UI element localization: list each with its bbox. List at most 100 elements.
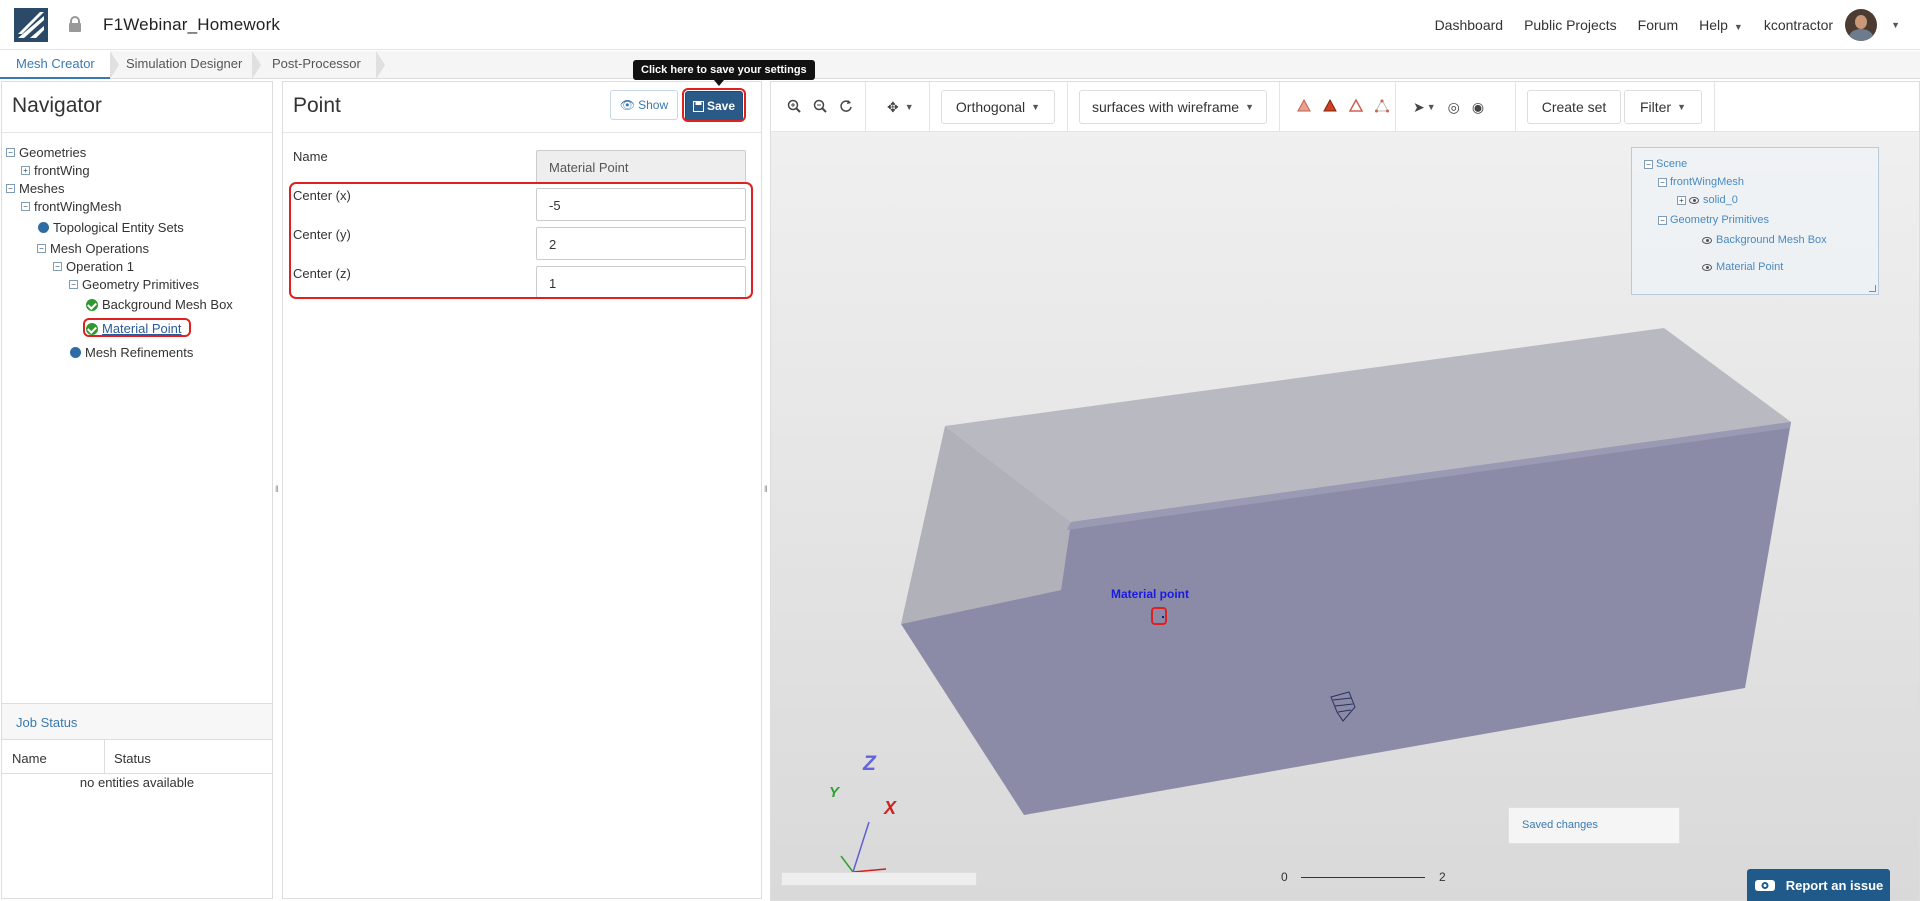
- user-menu-chevron-icon[interactable]: ▼: [1891, 20, 1900, 30]
- select-edge-icon[interactable]: [1348, 97, 1364, 116]
- camera-icon: [1754, 880, 1775, 891]
- status-dot-icon: [38, 222, 49, 233]
- tree-label: Mesh Operations: [50, 241, 149, 256]
- scene-item-material-point[interactable]: Material Point: [1702, 261, 1783, 273]
- nav-public-projects[interactable]: Public Projects: [1524, 17, 1617, 33]
- chevron-down-icon: ▼: [1031, 102, 1041, 112]
- tree-item-geometry-primitives[interactable]: − Geometry Primitives: [69, 277, 199, 292]
- hide-icon[interactable]: ◎: [1448, 99, 1460, 116]
- eye-icon[interactable]: [1702, 236, 1712, 244]
- job-status-table-header: Name Status: [2, 740, 272, 774]
- tree-label: Operation 1: [66, 259, 134, 274]
- selection-highlight: [83, 318, 191, 337]
- tree-item-topological-entity-sets[interactable]: Topological Entity Sets: [38, 220, 184, 235]
- collapse-icon[interactable]: −: [21, 202, 30, 211]
- report-issue-button[interactable]: Report an issue: [1747, 869, 1890, 901]
- tree-label: frontWingMesh: [34, 199, 122, 214]
- tree-label: Meshes: [19, 181, 65, 196]
- scene-root[interactable]: − Scene: [1644, 158, 1687, 170]
- column-name[interactable]: Name: [12, 751, 47, 766]
- tree-item-geometries[interactable]: − Geometries: [6, 145, 86, 160]
- job-empty-message: no entities available: [79, 775, 195, 790]
- eye-icon: 👁: [619, 98, 636, 112]
- select-node-icon[interactable]: [1375, 98, 1389, 116]
- cursor-icon[interactable]: ➤: [1413, 99, 1425, 116]
- collapse-icon[interactable]: −: [6, 148, 15, 157]
- scene-item-frontwingmesh[interactable]: − frontWingMesh: [1658, 176, 1744, 188]
- nav-help[interactable]: Help ▼: [1699, 17, 1743, 33]
- name-field[interactable]: Material Point: [536, 150, 746, 183]
- tree-item-mesh-operations[interactable]: − Mesh Operations: [37, 241, 149, 256]
- axis-x-label: X: [884, 798, 897, 818]
- scene-item-geometry-primitives[interactable]: − Geometry Primitives: [1658, 214, 1769, 226]
- avatar[interactable]: [1845, 9, 1878, 41]
- tab-separator: [376, 51, 385, 79]
- tab-mesh-creator[interactable]: Mesh Creator: [0, 51, 110, 79]
- tree-item-frontwing[interactable]: + frontWing: [21, 163, 90, 178]
- 3d-viewer[interactable]: ✥ ▼ Orthogonal ▼ surfaces with wireframe ▼ …: [770, 81, 1920, 901]
- zoom-in-icon[interactable]: [787, 99, 801, 116]
- collapse-icon[interactable]: −: [1644, 159, 1653, 169]
- collapse-icon[interactable]: −: [69, 280, 78, 289]
- scale-min-label: 0: [1281, 870, 1288, 884]
- expand-icon[interactable]: +: [1677, 195, 1686, 205]
- eye-icon[interactable]: [1689, 196, 1699, 204]
- pan-tool[interactable]: ✥ ▼: [881, 90, 914, 124]
- show-all-icon[interactable]: ◉: [1472, 99, 1484, 116]
- collapse-icon[interactable]: −: [53, 262, 62, 271]
- tree-label: Topological Entity Sets: [53, 220, 184, 235]
- tree-item-background-mesh-box[interactable]: Background Mesh Box: [86, 297, 233, 312]
- nav-forum[interactable]: Forum: [1638, 17, 1678, 33]
- visibility-tools: ➤ ▼ ◎ ◉: [1407, 90, 1490, 124]
- select-face-icon[interactable]: [1323, 98, 1337, 116]
- scene-item-solid-0[interactable]: + solid_0: [1677, 194, 1738, 206]
- collapse-icon[interactable]: −: [1658, 177, 1667, 187]
- tree-item-mesh-refinements[interactable]: Mesh Refinements: [70, 345, 193, 360]
- tree-item-operation-1[interactable]: − Operation 1: [53, 259, 134, 274]
- eye-icon[interactable]: [1702, 263, 1712, 271]
- reset-view-icon[interactable]: [839, 99, 853, 116]
- expand-icon[interactable]: +: [21, 166, 30, 175]
- create-set-button[interactable]: Create set: [1527, 90, 1621, 124]
- render-mode-dropdown[interactable]: surfaces with wireframe ▼: [1079, 90, 1267, 124]
- scene-item-background-mesh-box[interactable]: Background Mesh Box: [1702, 234, 1827, 246]
- tree-item-meshes[interactable]: − Meshes: [6, 181, 65, 196]
- collapse-icon[interactable]: −: [37, 244, 46, 253]
- selection-mode-tools: [1291, 90, 1395, 124]
- collapse-icon[interactable]: −: [1658, 215, 1667, 225]
- job-status-title[interactable]: Job Status: [2, 704, 272, 740]
- collapse-icon[interactable]: −: [6, 184, 15, 193]
- chevron-down-icon: ▼: [1733, 22, 1743, 32]
- username[interactable]: kcontractor: [1764, 17, 1833, 33]
- simscale-logo[interactable]: [14, 8, 48, 42]
- zoom-out-icon[interactable]: [813, 99, 827, 116]
- projection-dropdown[interactable]: Orthogonal ▼: [941, 90, 1055, 124]
- panel-resize-handle[interactable]: ‖: [275, 484, 279, 494]
- scene-label: Background Mesh Box: [1716, 234, 1827, 246]
- nav-dashboard[interactable]: Dashboard: [1435, 17, 1504, 33]
- tab-post-processor[interactable]: Post-Processor: [256, 51, 376, 79]
- save-highlight: [682, 88, 746, 122]
- project-title[interactable]: F1Webinar_Homework: [103, 15, 280, 35]
- tree-label: frontWing: [34, 163, 90, 178]
- saved-changes-notification: Saved changes: [1508, 807, 1680, 844]
- lock-icon: [68, 16, 82, 36]
- scene-label: solid_0: [1703, 194, 1738, 206]
- panel-resize-handle[interactable]: ‖: [764, 484, 768, 494]
- nav-help-label: Help: [1699, 17, 1728, 33]
- scale-bar: [1301, 877, 1425, 878]
- tree-label: Geometries: [19, 145, 87, 160]
- tree-label: Background Mesh Box: [102, 297, 233, 312]
- filter-dropdown[interactable]: Filter ▼: [1624, 90, 1702, 124]
- tree-label: Mesh Refinements: [85, 345, 194, 360]
- tab-simulation-designer[interactable]: Simulation Designer: [110, 51, 252, 79]
- chevron-down-icon: ▼: [904, 102, 914, 112]
- resize-grip-icon[interactable]: [1869, 285, 1876, 292]
- show-button[interactable]: 👁 Show: [610, 90, 678, 120]
- top-bar: F1Webinar_Homework Dashboard Public Proj…: [0, 0, 1920, 50]
- axes-triad: [840, 821, 887, 873]
- column-status[interactable]: Status: [114, 751, 151, 766]
- select-volume-icon[interactable]: [1297, 98, 1311, 116]
- tree-item-frontwingmesh[interactable]: − frontWingMesh: [21, 199, 121, 214]
- move-icon: ✥: [887, 98, 899, 115]
